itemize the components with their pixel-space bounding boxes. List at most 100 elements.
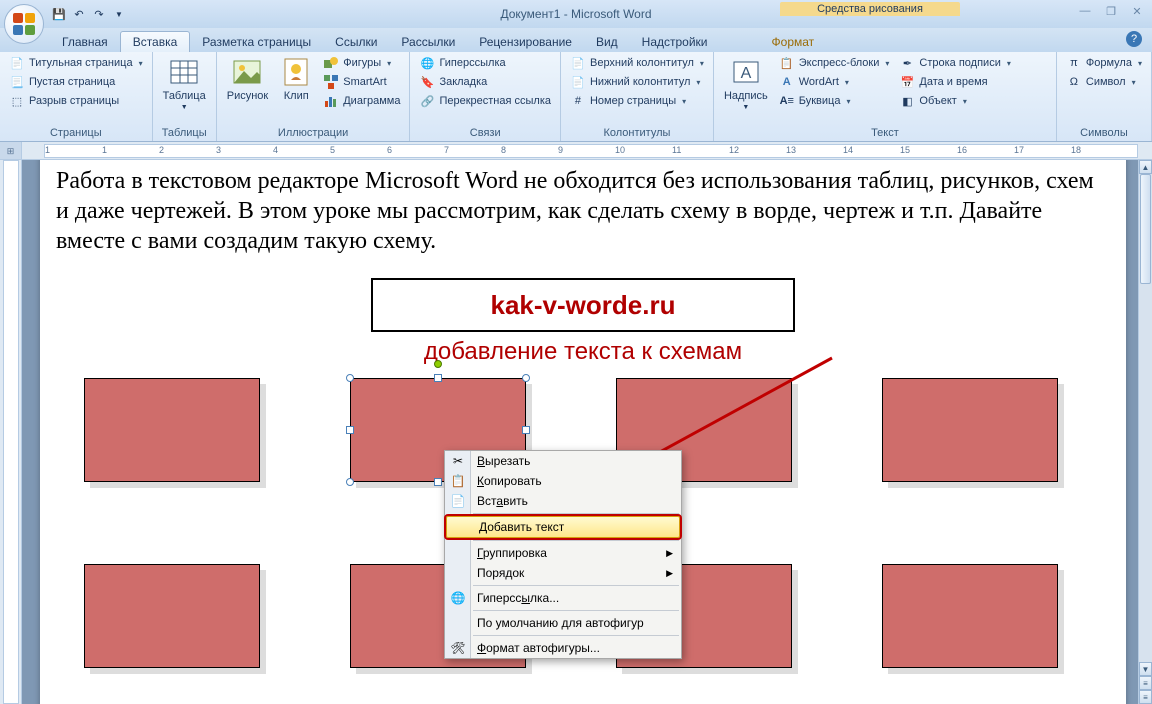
hyperlink-button[interactable]: 🌐Гиперссылка bbox=[416, 54, 554, 72]
tab-home[interactable]: Главная bbox=[50, 32, 120, 52]
header-label: Верхний колонтитул bbox=[590, 57, 694, 69]
cm-copy[interactable]: 📋Копировать bbox=[445, 471, 681, 491]
symbol-icon: Ω bbox=[1066, 74, 1082, 90]
sel-handle[interactable] bbox=[434, 478, 442, 486]
sel-handle[interactable] bbox=[346, 426, 354, 434]
horizontal-ruler[interactable]: ⊞ 1123456789101112131415161718 bbox=[0, 142, 1152, 160]
cm-order[interactable]: Порядок▶ bbox=[445, 563, 681, 583]
banner-box[interactable]: kak-v-worde.ru bbox=[371, 278, 795, 332]
help-button[interactable]: ? bbox=[1126, 31, 1142, 47]
shape-rect[interactable] bbox=[882, 564, 1058, 668]
textbox-label: Надпись bbox=[724, 90, 768, 102]
group-headerfooter-caption: Колонтитулы bbox=[567, 126, 707, 141]
crossref-button[interactable]: 🔗Перекрестная ссылка bbox=[416, 92, 554, 110]
sigline-button[interactable]: ✒Строка подписи bbox=[896, 54, 1013, 72]
cm-format[interactable]: 🛠Формат автофигуры... bbox=[445, 638, 681, 658]
datetime-icon: 📅 bbox=[899, 74, 915, 90]
sel-handle[interactable] bbox=[522, 426, 530, 434]
prev-page-button[interactable]: ≡ bbox=[1139, 676, 1152, 690]
datetime-button[interactable]: 📅Дата и время bbox=[896, 73, 1013, 91]
pagenum-button[interactable]: #Номер страницы bbox=[567, 92, 707, 110]
wordart-button[interactable]: AWordArt bbox=[776, 73, 893, 91]
blank-page-label: Пустая страница bbox=[29, 76, 115, 88]
shape-rect[interactable] bbox=[882, 378, 1058, 482]
equation-label: Формула bbox=[1086, 57, 1132, 69]
rotate-handle[interactable] bbox=[434, 360, 442, 368]
dropcap-button[interactable]: A≡Буквица bbox=[776, 92, 893, 110]
ruler-tick: 14 bbox=[843, 145, 853, 155]
ruler-corner[interactable]: ⊞ bbox=[0, 142, 22, 160]
quickparts-button[interactable]: 📋Экспресс-блоки bbox=[776, 54, 893, 72]
header-button[interactable]: 📄Верхний колонтитул bbox=[567, 54, 707, 72]
next-page-button[interactable]: ≡ bbox=[1139, 690, 1152, 704]
scroll-track[interactable] bbox=[1139, 174, 1152, 662]
symbol-button[interactable]: ΩСимвол bbox=[1063, 73, 1145, 91]
footer-button[interactable]: 📄Нижний колонтитул bbox=[567, 73, 707, 91]
redo-button[interactable]: ↷ bbox=[90, 5, 108, 23]
tab-insert[interactable]: Вставка bbox=[120, 31, 191, 52]
wordart-icon: A bbox=[779, 74, 795, 90]
cm-add-text[interactable]: Добавить текст bbox=[446, 516, 680, 538]
shape-rect[interactable] bbox=[84, 564, 260, 668]
object-button[interactable]: ◧Объект bbox=[896, 92, 1013, 110]
vertical-scrollbar[interactable]: ▲ ▼ ≡ ≡ bbox=[1138, 160, 1152, 704]
cm-grouping[interactable]: Группировка▶ bbox=[445, 543, 681, 563]
ruler-tick: 18 bbox=[1071, 145, 1081, 155]
ruler-tick: 2 bbox=[159, 145, 164, 155]
cm-paste[interactable]: 📄Вставить bbox=[445, 491, 681, 511]
page-break-icon: ⬚ bbox=[9, 93, 25, 109]
bookmark-button[interactable]: 🔖Закладка bbox=[416, 73, 554, 91]
cm-cut[interactable]: ✂Вырезать bbox=[445, 451, 681, 471]
tab-layout[interactable]: Разметка страницы bbox=[190, 32, 323, 52]
sel-handle[interactable] bbox=[522, 374, 530, 382]
restore-button[interactable]: ❐ bbox=[1102, 4, 1120, 18]
chart-button[interactable]: Диаграмма bbox=[320, 92, 403, 110]
cut-icon: ✂ bbox=[449, 452, 467, 470]
table-button[interactable]: Таблица ▼ bbox=[159, 54, 210, 113]
cover-page-button[interactable]: 📄Титульная страница bbox=[6, 54, 146, 72]
undo-button[interactable]: ↶ bbox=[70, 5, 88, 23]
scroll-down-button[interactable]: ▼ bbox=[1139, 662, 1152, 676]
shapes-button[interactable]: Фигуры bbox=[320, 54, 403, 72]
vertical-ruler[interactable] bbox=[0, 160, 22, 704]
tab-references[interactable]: Ссылки bbox=[323, 32, 389, 52]
cm-hyperlink[interactable]: 🌐Гиперссылка... bbox=[445, 588, 681, 608]
clip-button[interactable]: Клип bbox=[276, 54, 316, 104]
redo-icon: ↷ bbox=[91, 6, 107, 22]
sel-handle[interactable] bbox=[434, 374, 442, 382]
cm-default[interactable]: По умолчанию для автофигур bbox=[445, 613, 681, 633]
work-area: Работа в текстовом редакторе Microsoft W… bbox=[0, 160, 1152, 704]
group-illustrations-caption: Иллюстрации bbox=[223, 126, 404, 141]
picture-button[interactable]: Рисунок bbox=[223, 54, 273, 104]
scroll-up-button[interactable]: ▲ bbox=[1139, 160, 1152, 174]
contextual-tab-label: Средства рисования bbox=[780, 2, 960, 16]
smartart-button[interactable]: SmartArt bbox=[320, 73, 403, 91]
sel-handle[interactable] bbox=[346, 478, 354, 486]
close-button[interactable]: ✕ bbox=[1128, 4, 1146, 18]
page-break-button[interactable]: ⬚Разрыв страницы bbox=[6, 92, 146, 110]
crossref-label: Перекрестная ссылка bbox=[439, 95, 551, 107]
save-button[interactable]: 💾 bbox=[50, 5, 68, 23]
svg-text:A: A bbox=[741, 65, 752, 82]
clip-label: Клип bbox=[284, 90, 309, 102]
scroll-thumb[interactable] bbox=[1140, 174, 1151, 284]
tab-mailings[interactable]: Рассылки bbox=[389, 32, 467, 52]
group-symbols-caption: Символы bbox=[1063, 126, 1145, 141]
tab-format[interactable]: Формат bbox=[760, 32, 827, 52]
clip-icon bbox=[280, 56, 312, 88]
group-links: 🌐Гиперссылка 🔖Закладка 🔗Перекрестная ссы… bbox=[410, 52, 561, 141]
ruler-tick: 15 bbox=[900, 145, 910, 155]
document-text[interactable]: Работа в текстовом редакторе Microsoft W… bbox=[56, 166, 1110, 256]
minimize-button[interactable]: — bbox=[1076, 4, 1094, 18]
qat-customize[interactable]: ▼ bbox=[110, 5, 128, 23]
office-button[interactable] bbox=[4, 4, 44, 44]
sel-handle[interactable] bbox=[346, 374, 354, 382]
textbox-button[interactable]: AНадпись▼ bbox=[720, 54, 772, 113]
shape-rect[interactable] bbox=[84, 378, 260, 482]
equation-button[interactable]: πФормула bbox=[1063, 54, 1145, 72]
table-icon bbox=[168, 56, 200, 88]
tab-review[interactable]: Рецензирование bbox=[467, 32, 584, 52]
blank-page-button[interactable]: 📃Пустая страница bbox=[6, 73, 146, 91]
tab-addins[interactable]: Надстройки bbox=[630, 32, 720, 52]
tab-view[interactable]: Вид bbox=[584, 32, 630, 52]
